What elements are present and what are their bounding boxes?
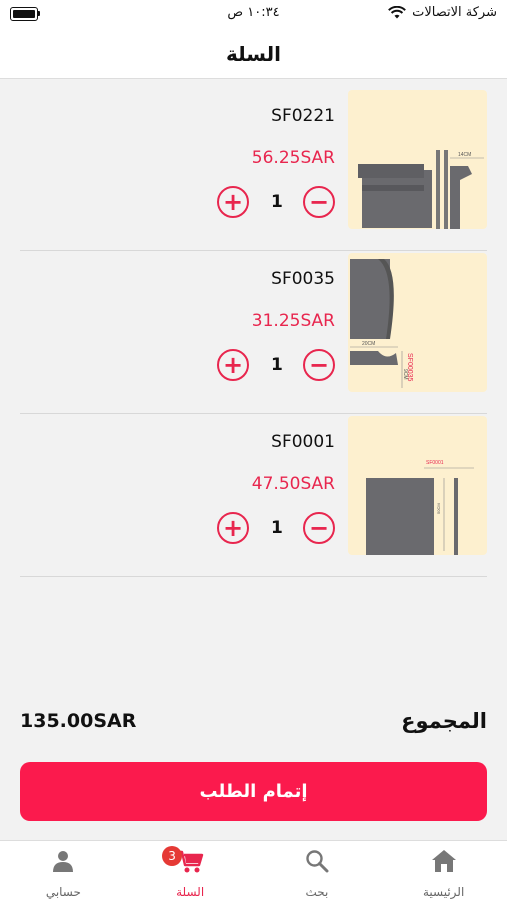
quantity-value: 1: [271, 192, 283, 212]
person-icon: [53, 851, 74, 872]
checkout-button[interactable]: إتمام الطلب: [20, 762, 487, 821]
quantity-stepper: + 1 −: [217, 186, 335, 218]
home-icon: [431, 850, 456, 872]
product-price: 56.25SAR: [251, 148, 335, 168]
cart-total-row: 135.00SAR المجموع: [20, 704, 487, 738]
cart-item[interactable]: SF0001 50CM SF0001 47.50SAR + 1 −: [20, 414, 487, 577]
tab-bar: حسابي 3 السلة بحث الرئيسية: [0, 840, 507, 901]
increase-quantity-button[interactable]: +: [217, 349, 249, 381]
tab-label: حسابي: [45, 885, 81, 899]
battery-tip: [38, 11, 40, 16]
decrease-quantity-button[interactable]: −: [303, 349, 335, 381]
nav-header: السلة: [0, 30, 507, 79]
decrease-quantity-button[interactable]: −: [303, 512, 335, 544]
product-thumbnail[interactable]: SF0001 50CM: [348, 416, 487, 555]
cart-item[interactable]: SF00035 20CM 9CM SF0035 31.25SAR + 1 −: [20, 251, 487, 414]
product-price: 31.25SAR: [251, 311, 335, 331]
quantity-stepper: + 1 −: [217, 512, 335, 544]
cart-total-label: المجموع: [401, 709, 487, 733]
tab-label: السلة: [176, 885, 205, 899]
cart-item[interactable]: 14CM SF0221 56.25SAR + 1 −: [20, 88, 487, 251]
product-profile-drawing: 14CM: [358, 150, 484, 229]
product-thumbnail[interactable]: 14CM: [348, 90, 487, 229]
carrier-name: شركة الاتصالات: [412, 5, 497, 20]
battery-icon: [10, 7, 38, 21]
minus-icon: −: [308, 188, 330, 216]
plus-icon: +: [222, 514, 244, 542]
height-label: 50CM: [436, 503, 441, 514]
quantity-value: 1: [271, 518, 283, 538]
minus-icon: −: [308, 514, 330, 542]
product-sku: SF0001: [271, 432, 335, 452]
decrease-quantity-button[interactable]: −: [303, 186, 335, 218]
tab-home[interactable]: الرئيسية: [380, 841, 507, 901]
tab-cart[interactable]: 3 السلة: [127, 841, 254, 901]
height-label: 9CM: [402, 369, 408, 380]
product-thumbnail[interactable]: SF00035 20CM 9CM: [348, 253, 487, 392]
quantity-value: 1: [271, 355, 283, 375]
search-icon: [306, 850, 329, 873]
carrier-info: شركة الاتصالات: [388, 5, 497, 20]
plus-icon: +: [222, 188, 244, 216]
minus-icon: −: [308, 351, 330, 379]
clock: ١٠:٣٤ ص: [227, 5, 280, 20]
tab-label: الرئيسية: [422, 885, 465, 899]
cart-count-badge: 3: [162, 846, 183, 866]
cart-list: 14CM SF0221 56.25SAR + 1 − SF00035 20CM …: [20, 88, 487, 577]
wifi-icon: [388, 6, 407, 19]
dimension-label: 14CM: [458, 152, 471, 158]
increase-quantity-button[interactable]: +: [217, 512, 249, 544]
product-price: 47.50SAR: [251, 474, 335, 494]
page-title: السلة: [225, 42, 281, 66]
width-label: 20CM: [362, 341, 375, 347]
status-bar: شركة الاتصالات ١٠:٣٤ ص: [0, 0, 507, 30]
product-profile-drawing: SF00035 20CM 9CM: [350, 259, 413, 388]
quantity-stepper: + 1 −: [217, 349, 335, 381]
tab-account[interactable]: حسابي: [0, 841, 127, 901]
product-sku: SF0035: [271, 269, 335, 289]
tab-search[interactable]: بحث: [254, 841, 381, 901]
product-sku: SF0221: [271, 106, 335, 126]
product-code-label: SF0001: [426, 460, 444, 466]
product-profile-drawing: SF0001 50CM: [366, 460, 474, 555]
increase-quantity-button[interactable]: +: [217, 186, 249, 218]
cart-total-amount: 135.00SAR: [20, 710, 137, 732]
plus-icon: +: [222, 351, 244, 379]
tab-label: بحث: [305, 885, 329, 899]
